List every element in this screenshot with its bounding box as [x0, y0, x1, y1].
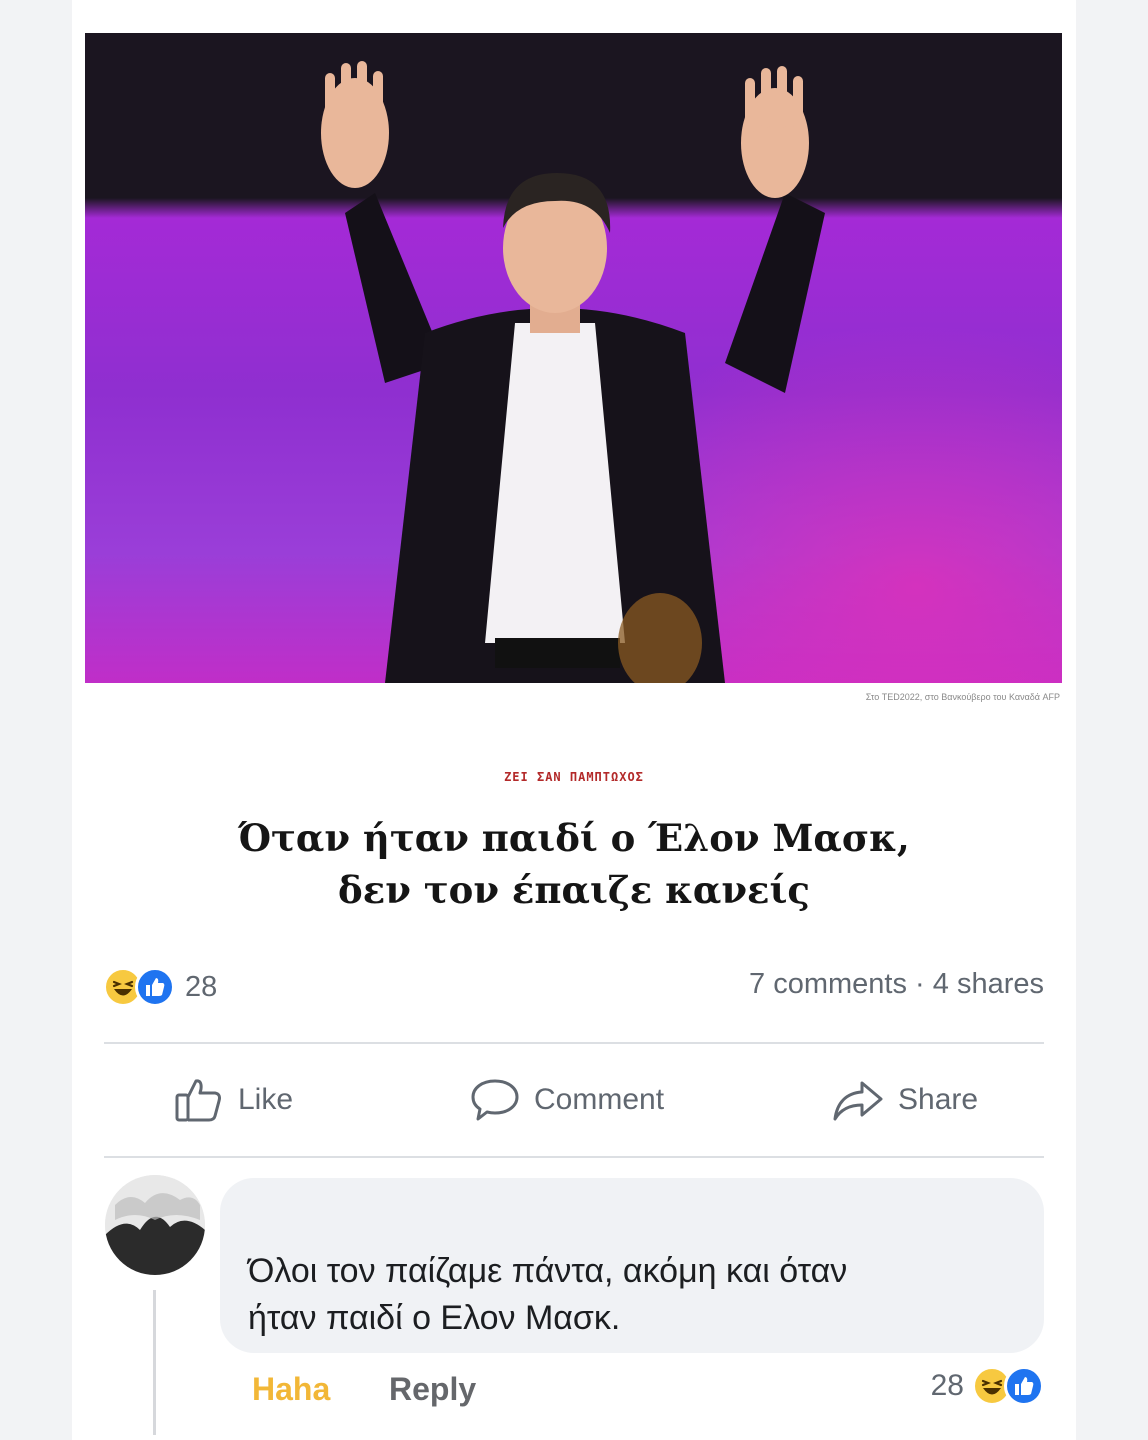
man-on-stage-illustration	[85, 33, 1062, 683]
share-label: Share	[898, 1083, 979, 1116]
article-headline[interactable]: Όταν ήταν παιδί ο Έλον Μασκ, δεν τον έπα…	[0, 812, 1148, 916]
like-emoji-icon	[1004, 1366, 1044, 1406]
divider	[104, 1156, 1044, 1158]
like-emoji-icon	[135, 967, 175, 1007]
share-button[interactable]: Share	[832, 1070, 978, 1130]
thread-line	[153, 1290, 156, 1435]
comment-haha-reaction[interactable]: Haha	[252, 1371, 330, 1408]
comment-label: Comment	[534, 1083, 665, 1116]
reaction-summary[interactable]: 28	[103, 965, 217, 1009]
article-photo[interactable]	[85, 33, 1062, 683]
comment-reaction-summary[interactable]: 28	[931, 1366, 1044, 1406]
reaction-count: 28	[185, 970, 218, 1003]
comment-line-1: Όλοι τον παίζαμε πάντα, ακόμη και όταν	[248, 1252, 848, 1290]
thumbs-up-icon	[175, 1079, 221, 1122]
comments-shares-count[interactable]: 7 comments · 4 shares	[749, 968, 1044, 1001]
photo-caption: Στο TED2022, στο Βανκούβερο του Καναδά A…	[865, 692, 1060, 702]
comment-reaction-count: 28	[930, 1369, 964, 1402]
headline-line-1: Όταν ήταν παιδί ο Έλον Μασκ,	[238, 816, 910, 860]
divider	[104, 1042, 1044, 1044]
comment-text: Όλοι τον παίζαμε πάντα, ακόμη και όταν ή…	[248, 1248, 1018, 1342]
comment-bubble-icon	[471, 1079, 519, 1121]
headline-line-2: δεν τον έπαιζε κανείς	[338, 868, 810, 912]
share-arrow-icon	[833, 1081, 883, 1121]
comment-line-2: ήταν παιδί ο Ελον Μασκ.	[248, 1299, 621, 1337]
like-label: Like	[238, 1083, 294, 1116]
comment-button[interactable]: Comment	[470, 1070, 664, 1130]
comment-reply-button[interactable]: Reply	[389, 1371, 476, 1408]
article-kicker: ΖΕΙ ΣΑΝ ΠΑΜΠΤΩΧΟΣ	[504, 770, 644, 784]
commenter-avatar[interactable]	[105, 1175, 205, 1275]
like-button[interactable]: Like	[174, 1070, 293, 1130]
